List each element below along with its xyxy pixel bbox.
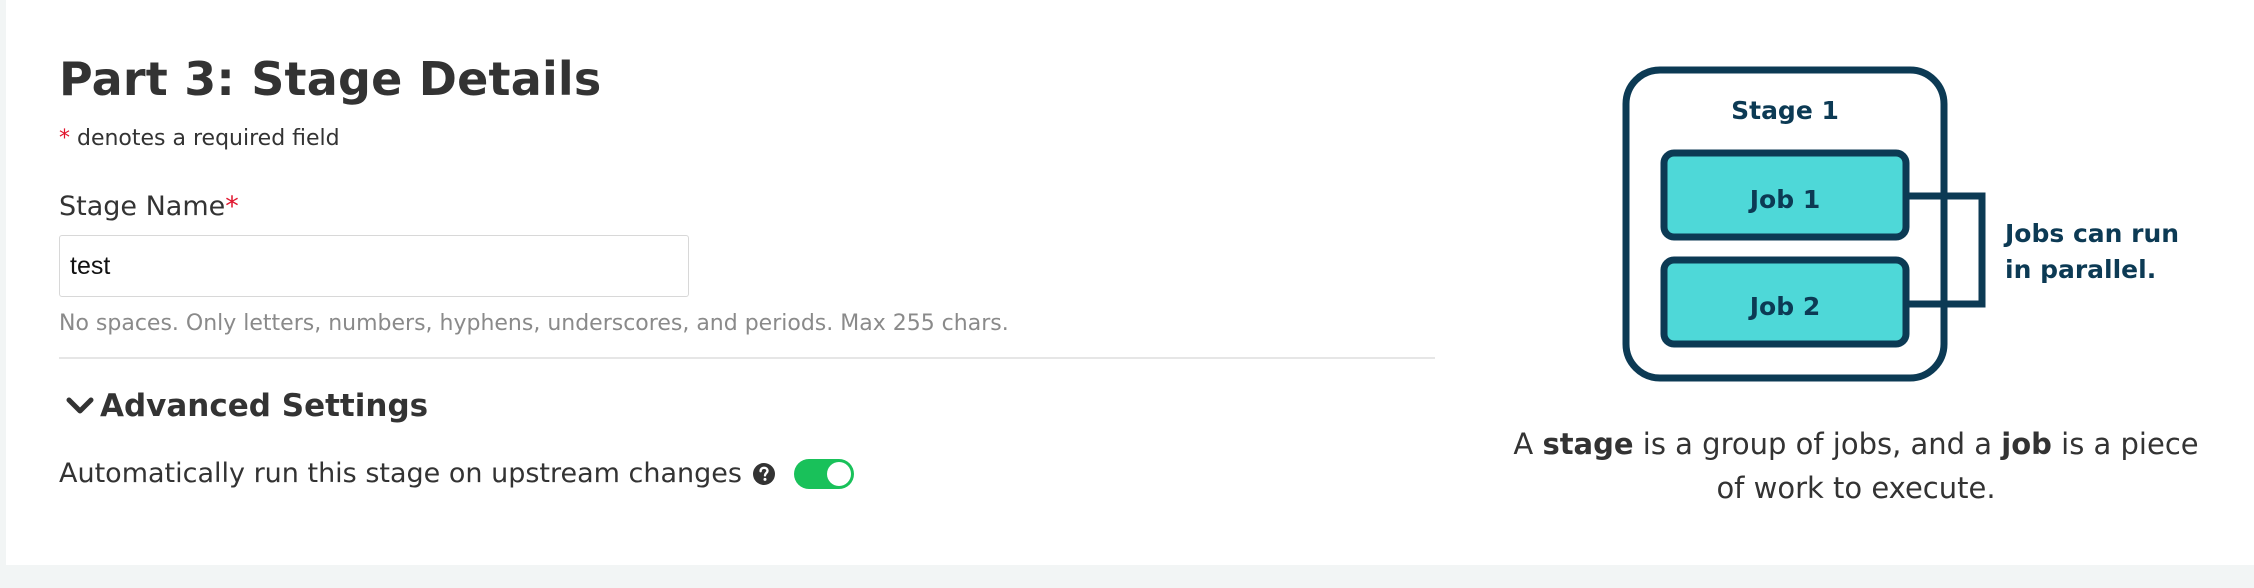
toggle-knob bbox=[826, 461, 851, 486]
stage-name-hint: No spaces. Only letters, numbers, hyphen… bbox=[59, 311, 1009, 336]
stage-name-required-star: * bbox=[225, 191, 239, 222]
caption-part-1: A bbox=[1513, 427, 1543, 461]
auto-run-toggle[interactable] bbox=[793, 458, 854, 489]
stage-details-panel: Part 3: Stage Details * denotes a requir… bbox=[6, 0, 2254, 565]
auto-run-label: Automatically run this stage on upstream… bbox=[59, 458, 742, 489]
caption-stage-term: stage bbox=[1542, 427, 1634, 461]
section-divider bbox=[59, 357, 1435, 359]
stage-label: Stage 1 bbox=[1731, 96, 1839, 125]
advanced-settings-label: Advanced Settings bbox=[100, 388, 429, 424]
required-field-note: * denotes a required field bbox=[59, 126, 340, 151]
stage-name-label-text: Stage Name bbox=[59, 191, 226, 222]
chevron-down-icon bbox=[66, 397, 94, 414]
caption-part-2: is a group of jobs, and a bbox=[1633, 427, 2002, 461]
stage-name-label: Stage Name* bbox=[59, 191, 239, 222]
parallel-note-line-1: Jobs can run bbox=[2003, 219, 2178, 248]
diagram-caption: A stage is a group of jobs, and a job is… bbox=[1506, 422, 2206, 510]
required-star: * bbox=[59, 126, 70, 151]
parallel-note-line-2: in parallel. bbox=[2005, 255, 2156, 284]
job-1-label: Job 1 bbox=[1748, 185, 1820, 214]
stage-jobs-diagram: Stage 1 Job 1 Job 2 Jobs can run in para… bbox=[1622, 66, 2178, 382]
auto-run-row: Automatically run this stage on upstream… bbox=[59, 458, 854, 489]
question-circle-icon[interactable] bbox=[752, 462, 776, 486]
required-note-text: denotes a required field bbox=[70, 126, 340, 151]
caption-job-term: job bbox=[2001, 427, 2052, 461]
stage-name-input[interactable] bbox=[59, 235, 689, 297]
job-2-label: Job 2 bbox=[1748, 292, 1820, 321]
advanced-settings-toggle[interactable]: Advanced Settings bbox=[66, 388, 428, 424]
page-title: Part 3: Stage Details bbox=[59, 52, 602, 106]
